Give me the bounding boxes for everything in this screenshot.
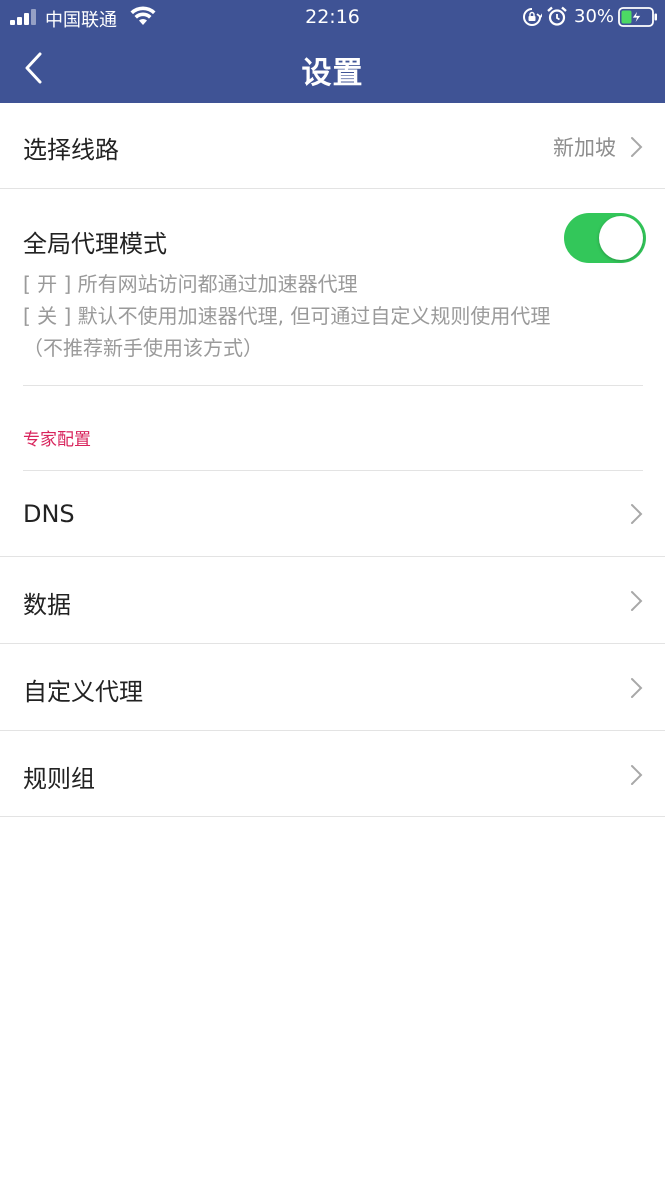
expert-section-title: 专家配置 — [23, 430, 91, 450]
global-proxy-toggle[interactable] — [564, 213, 646, 263]
route-label: 选择线路 — [23, 136, 119, 164]
chevron-right-icon — [631, 504, 643, 524]
toggle-knob — [599, 216, 643, 260]
dns-label: DNS — [23, 500, 75, 528]
rule-group-row[interactable]: 规则组 — [0, 731, 665, 817]
data-row[interactable]: 数据 — [0, 557, 665, 643]
route-value: 新加坡 — [553, 136, 616, 160]
divider — [0, 188, 665, 189]
battery-charging-icon — [618, 7, 657, 27]
status-bar: 中国联通 22:16 30% — [0, 0, 665, 34]
global-proxy-desc-note: （不推荐新手使用该方式） — [23, 336, 263, 360]
battery-percent: 30% — [574, 6, 615, 27]
global-proxy-label: 全局代理模式 — [23, 230, 167, 258]
page-title: 设置 — [301, 56, 364, 91]
chevron-right-icon — [631, 765, 643, 785]
custom-proxy-row[interactable]: 自定义代理 — [0, 644, 665, 730]
global-proxy-desc-on: [ 开 ] 所有网站访问都通过加速器代理 — [23, 272, 358, 296]
divider — [0, 816, 665, 817]
custom-proxy-label: 自定义代理 — [23, 678, 143, 706]
data-label: 数据 — [23, 591, 71, 619]
alarm-icon — [547, 6, 567, 26]
rule-group-label: 规则组 — [23, 765, 95, 793]
route-select-row[interactable]: 选择线路 新加坡 — [0, 103, 665, 189]
header: 中国联通 22:16 30% 设置 — [0, 0, 665, 103]
global-proxy-desc-off: [ 关 ] 默认不使用加速器代理, 但可通过自定义规则使用代理 — [23, 304, 551, 328]
dns-row[interactable]: DNS — [0, 471, 665, 557]
rotation-lock-icon — [523, 8, 542, 26]
chevron-right-icon — [631, 591, 643, 611]
chevron-right-icon — [631, 137, 643, 157]
chevron-right-icon — [631, 678, 643, 698]
divider — [23, 385, 643, 386]
